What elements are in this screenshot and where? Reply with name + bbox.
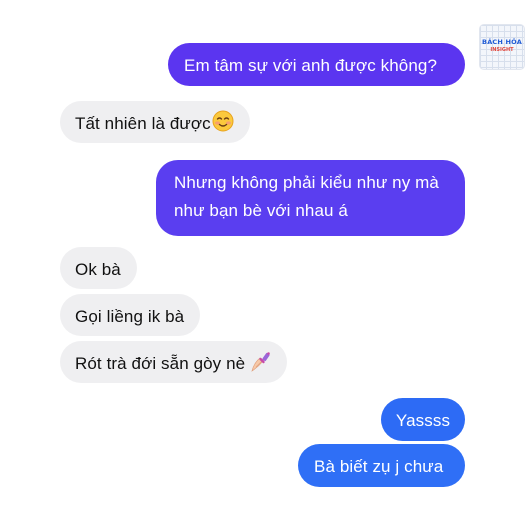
message-text: Yassss [395, 411, 451, 430]
message-bubble-outgoing[interactable]: Em tâm sự với anh được không? [168, 43, 465, 86]
message-bubble-incoming[interactable]: Tất nhiên là được [60, 101, 250, 143]
message-bubble-outgoing[interactable]: Bà biết zụ j chưa [298, 444, 465, 487]
message-text: Nhưng không phải kiểu như ny mà như bạn … [174, 173, 439, 220]
message-text: Ok bà [75, 260, 121, 279]
chat-thread: Em tâm sự với anh được không? Tất nhiên … [0, 0, 526, 526]
message-text: Bà biết zụ j chưa [314, 457, 444, 476]
message-bubble-incoming[interactable]: Rót trà đới sẵn gòy nè [60, 341, 288, 383]
logo-subtext: INSIGHT [490, 47, 514, 53]
message-bubble-outgoing[interactable]: Yassss [381, 398, 465, 441]
message-bubble-incoming[interactable]: Gọi liềng ik bà [60, 294, 201, 336]
message-bubble-outgoing[interactable]: Nhưng không phải kiểu như ny mà như bạn … [156, 160, 465, 236]
brand-logo: BÁCH HÓA INSIGHT [479, 24, 525, 70]
message-bubble-incoming[interactable]: Ok bà [60, 247, 137, 289]
logo-text: BÁCH HÓA [482, 38, 522, 46]
message-text: Gọi liềng ik bà [75, 307, 185, 326]
message-text: Tất nhiên là được [75, 114, 211, 133]
message-text: Em tâm sự với anh được không? [184, 56, 438, 75]
smiling-face-icon [212, 110, 234, 141]
message-text: Rót trà đới sẵn gòy nè [75, 354, 246, 373]
nail-polish-icon [249, 350, 273, 383]
